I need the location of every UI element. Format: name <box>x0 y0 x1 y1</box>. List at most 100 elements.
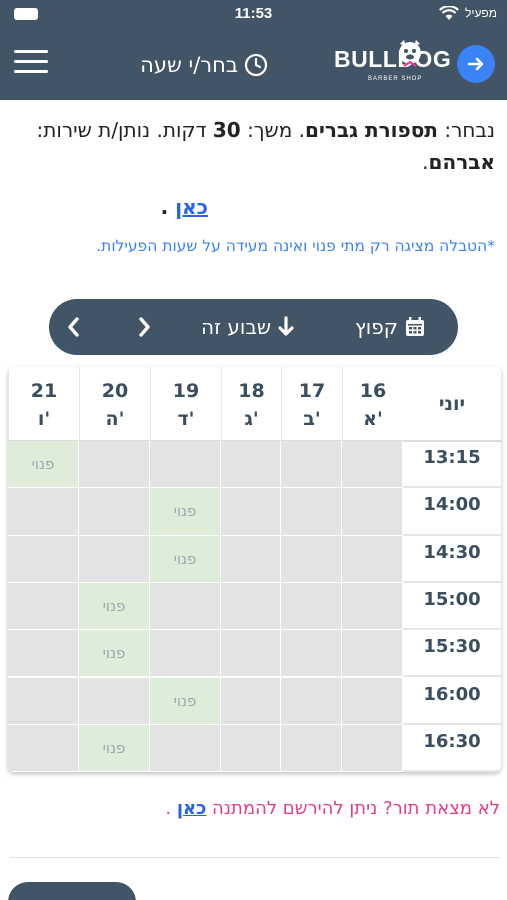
selected-provider: אברהם <box>428 150 495 174</box>
empty-slot <box>221 535 281 583</box>
bulldog-face-icon <box>399 40 421 67</box>
day-date: 20 <box>101 380 129 402</box>
wifi-icon <box>439 6 459 20</box>
empty-slot <box>342 582 403 631</box>
waitlist-text: לא מצאת תור? ניתן להירשם להמתנה <box>206 798 500 819</box>
empty-slot <box>150 630 221 678</box>
day-header: 18 ג' <box>221 367 281 441</box>
free-slot[interactable]: פנוי <box>79 724 150 772</box>
bottom-action-button[interactable] <box>8 882 136 900</box>
empty-slot <box>150 724 221 772</box>
this-week-label: שבוע זה <box>201 315 272 339</box>
empty-slot <box>8 535 79 583</box>
waitlist-end: . <box>165 798 177 819</box>
status-bar: 11:53 מפעיל <box>0 0 507 28</box>
page-title: בחר/י שעה <box>118 50 268 80</box>
clock-icon <box>244 53 268 77</box>
waitlist-link[interactable]: כאן <box>177 798 206 819</box>
empty-slot <box>342 724 403 772</box>
time-label: 14:30 <box>403 536 501 583</box>
empty-slot <box>79 535 150 583</box>
day-header: 19 ד' <box>150 367 221 441</box>
empty-slot <box>221 630 281 678</box>
time-label: 15:00 <box>403 583 501 631</box>
free-slot[interactable]: פנוי <box>150 488 221 536</box>
back-button[interactable] <box>457 45 495 83</box>
status-time: 11:53 <box>234 5 273 22</box>
empty-slot <box>150 441 221 489</box>
month-header: יוני <box>438 393 466 415</box>
availability-table: יוני 16 א' 17 ב' 18 ג' 19 ד' 20 ה' 21 ו' 13:15 פנוי 14:… <box>8 367 501 772</box>
empty-slot <box>221 724 281 772</box>
day-name: ה' <box>105 408 125 430</box>
empty-slot <box>221 441 281 489</box>
calendar-icon <box>405 317 424 336</box>
next-week-button[interactable] <box>135 299 153 355</box>
prev-week-button[interactable] <box>65 299 83 355</box>
info-duration-label: . משך: <box>240 118 306 142</box>
day-header: 17 ב' <box>281 367 342 441</box>
day-date: 18 <box>238 380 265 402</box>
logo-text: BULLDOG <box>334 46 452 72</box>
empty-slot <box>281 441 342 489</box>
selection-summary: נבחר: תספורת גברים. משך: 30 דקות. נותן/ת… <box>10 114 495 178</box>
free-slot[interactable]: פנוי <box>150 677 221 725</box>
waitlist-line: לא מצאת תור? ניתן להירשם להמתנה כאן . <box>10 798 500 819</box>
bulldog-logo: BULLDOG BARBER SHOP <box>330 36 452 92</box>
empty-slot <box>8 677 79 725</box>
day-date: 21 <box>30 380 58 402</box>
week-navigation: שבוע זה קפוץ <box>49 299 458 355</box>
day-name: ד' <box>177 408 195 430</box>
hamburger-menu-icon[interactable] <box>14 50 48 76</box>
empty-slot <box>342 677 403 725</box>
empty-slot <box>342 535 403 583</box>
jump-to-date-button[interactable]: קפוץ <box>355 299 426 355</box>
day-header: 16 א' <box>342 367 403 441</box>
jump-label: קפוץ <box>355 315 398 339</box>
day-name: ב' <box>303 408 321 430</box>
divider <box>10 857 500 858</box>
empty-slot <box>79 488 150 536</box>
day-name: א' <box>363 408 383 430</box>
empty-slot <box>8 582 79 631</box>
empty-slot <box>79 677 150 725</box>
day-name: ו' <box>37 408 51 430</box>
day-date: 17 <box>298 380 326 402</box>
change-selection-link[interactable]: כאן <box>175 195 208 219</box>
empty-slot <box>8 630 79 678</box>
empty-slot <box>281 630 342 678</box>
empty-slot <box>281 535 342 583</box>
empty-slot <box>281 582 342 631</box>
free-slot[interactable]: פנוי <box>79 582 150 631</box>
free-slot[interactable]: פנוי <box>8 441 79 489</box>
chevron-left-icon <box>68 317 79 337</box>
empty-slot <box>8 724 79 772</box>
day-name: ג' <box>244 408 259 430</box>
selected-service: תספורת גברים <box>305 118 438 142</box>
time-label: 15:30 <box>403 630 501 678</box>
info-duration-unit: דקות. נותן/ת שירות: <box>36 118 213 142</box>
empty-slot <box>281 488 342 536</box>
carrier-label: מפעיל <box>464 6 497 20</box>
info-prefix: נבחר: <box>437 118 495 142</box>
page-title-text: בחר/י שעה <box>140 53 238 77</box>
this-week-button[interactable]: שבוע זה <box>201 299 295 355</box>
day-date: 19 <box>172 380 200 402</box>
time-label: 16:30 <box>403 725 501 772</box>
empty-slot <box>221 677 281 725</box>
empty-slot <box>150 582 221 631</box>
app-header: בחר/י שעה BULLDOG BARBER SHOP <box>0 28 507 100</box>
free-slot[interactable]: פנוי <box>79 630 150 678</box>
time-label: 16:00 <box>403 678 501 725</box>
empty-slot <box>342 441 403 489</box>
day-header: 21 ו' <box>8 367 79 441</box>
empty-slot <box>221 582 281 631</box>
free-slot[interactable]: פנוי <box>150 535 221 583</box>
day-date: 16 <box>359 380 387 402</box>
empty-slot <box>8 488 79 536</box>
empty-slot <box>281 724 342 772</box>
selected-duration: 30 <box>212 118 241 142</box>
table-note: *הטבלה מציגה רק מתי פנוי ואינה מעידה על … <box>96 237 495 255</box>
arrow-right-icon <box>467 57 484 71</box>
time-label: 13:15 <box>403 441 501 489</box>
